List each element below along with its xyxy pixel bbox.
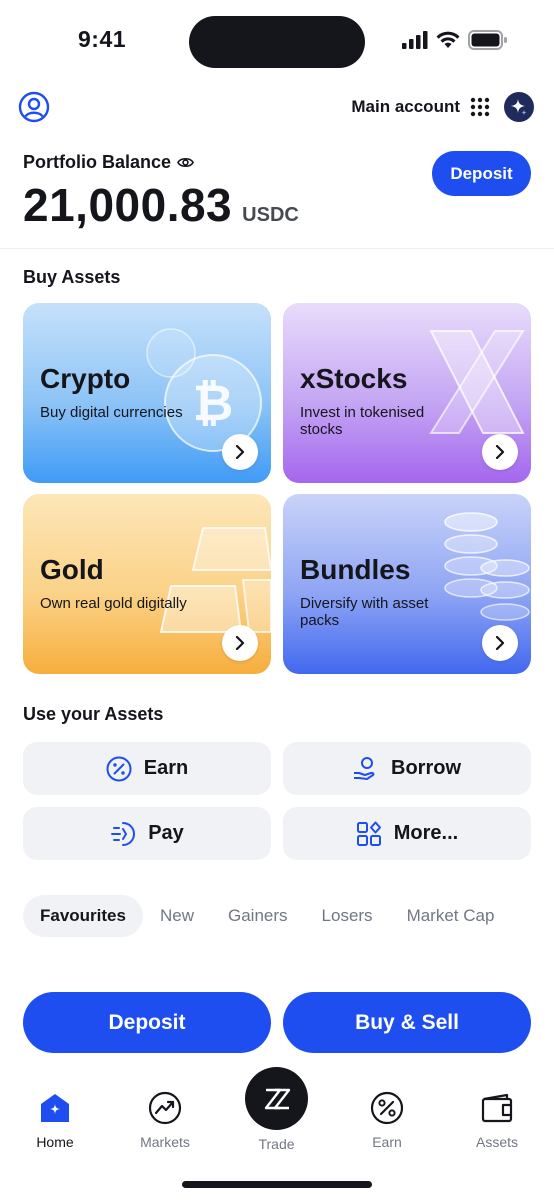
- balance-label-text: Portfolio Balance: [23, 152, 172, 172]
- deposit-button-header[interactable]: Deposit: [432, 151, 531, 196]
- bundles-card-description: Diversify with asset packs: [300, 595, 429, 629]
- earn-button[interactable]: Earn: [23, 742, 271, 795]
- signal-icon: [402, 31, 428, 49]
- xstocks-card-arrow-button[interactable]: [482, 434, 518, 470]
- crypto-card[interactable]: ₿ Crypto Buy digital currencies: [23, 303, 271, 483]
- balance-row: 21,000.83 USDC: [23, 178, 299, 232]
- markets-icon: [147, 1090, 183, 1126]
- market-tabs: Favourites New Gainers Losers Market Cap: [23, 895, 511, 937]
- buy-assets-title: Buy Assets: [23, 267, 121, 287]
- pay-button-label: Pay: [148, 822, 184, 844]
- gold-card-arrow-button[interactable]: [222, 625, 258, 661]
- ai-sparkle-icon[interactable]: [504, 92, 534, 122]
- chevron-right-icon: [495, 636, 505, 650]
- divider: [0, 248, 554, 249]
- gold-card-title: Gold: [40, 554, 104, 585]
- apps-icon: [356, 821, 381, 846]
- xstocks-card[interactable]: xStocks Invest in tokenised stocks: [283, 303, 531, 483]
- more-button[interactable]: More...: [283, 807, 531, 860]
- profile-icon[interactable]: [18, 91, 50, 123]
- borrow-button-label: Borrow: [391, 757, 461, 779]
- wallet-icon: [479, 1090, 515, 1126]
- svg-text:₿: ₿: [193, 374, 234, 432]
- balance-value: 21,000.83: [23, 179, 233, 231]
- nav-home[interactable]: Home: [10, 1090, 100, 1150]
- bundles-card-title: Bundles: [300, 554, 411, 585]
- tab-losers[interactable]: Losers: [305, 895, 390, 937]
- chevron-right-icon: [495, 445, 505, 459]
- borrow-button[interactable]: Borrow: [283, 742, 531, 795]
- trade-icon: [264, 1088, 290, 1109]
- earn-button-label: Earn: [143, 757, 189, 779]
- hand-coin-icon: [354, 756, 375, 780]
- status-time: 9:41: [78, 26, 127, 52]
- tab-favourites[interactable]: Favourites: [23, 895, 143, 937]
- bundles-card[interactable]: Bundles Diversify with asset packs: [283, 494, 531, 674]
- eye-icon[interactable]: [177, 156, 194, 169]
- nav-earn-label: Earn: [372, 1134, 402, 1150]
- status-bar: 9:41: [0, 0, 554, 80]
- status-icons: [402, 30, 508, 50]
- more-button-label: More...: [393, 822, 459, 844]
- use-assets-title: Use your Assets: [23, 704, 164, 724]
- nav-trade[interactable]: [245, 1067, 308, 1130]
- chevron-right-icon: [235, 445, 245, 459]
- chevron-right-icon: [235, 636, 245, 650]
- buy-sell-button[interactable]: Buy & Sell: [283, 992, 531, 1053]
- gold-card-description: Own real gold digitally: [40, 595, 187, 612]
- nav-earn[interactable]: Earn: [342, 1090, 432, 1150]
- tab-gainers[interactable]: Gainers: [211, 895, 305, 937]
- nav-assets-label: Assets: [475, 1134, 518, 1150]
- home-icon: [37, 1090, 73, 1126]
- battery-icon: [468, 30, 507, 50]
- percent-icon: [369, 1090, 405, 1126]
- gold-card[interactable]: Gold Own real gold digitally: [23, 494, 271, 674]
- nav-markets-label: Markets: [140, 1134, 190, 1150]
- deposit-button[interactable]: Deposit: [23, 992, 271, 1053]
- pay-button[interactable]: Pay: [23, 807, 271, 860]
- nav-trade-label: Trade: [258, 1136, 295, 1152]
- crypto-card-title: Crypto: [40, 363, 131, 394]
- nav-home-label: Home: [36, 1134, 74, 1150]
- xstocks-card-description: Invest in tokenised stocks: [300, 404, 425, 438]
- wifi-icon: [436, 31, 460, 48]
- nav-markets[interactable]: Markets: [120, 1090, 210, 1150]
- xstocks-card-title: xStocks: [300, 363, 408, 394]
- crypto-card-description: Buy digital currencies: [40, 404, 183, 421]
- balance-currency: USDC: [242, 204, 299, 226]
- percent-circle-icon: [106, 756, 132, 781]
- nav-assets[interactable]: Assets: [452, 1090, 542, 1150]
- tab-market-cap[interactable]: Market Cap: [390, 895, 512, 937]
- home-indicator[interactable]: [182, 1181, 372, 1188]
- balance-label: Portfolio Balance: [23, 152, 194, 173]
- grid-menu-icon[interactable]: [470, 97, 490, 117]
- tab-new[interactable]: New: [143, 895, 211, 937]
- account-switcher[interactable]: Main account: [351, 97, 460, 117]
- dynamic-island: [189, 16, 365, 68]
- app-header: Main account: [0, 88, 554, 128]
- bundles-card-arrow-button[interactable]: [482, 625, 518, 661]
- pay-icon: [111, 821, 136, 846]
- crypto-card-arrow-button[interactable]: [222, 434, 258, 470]
